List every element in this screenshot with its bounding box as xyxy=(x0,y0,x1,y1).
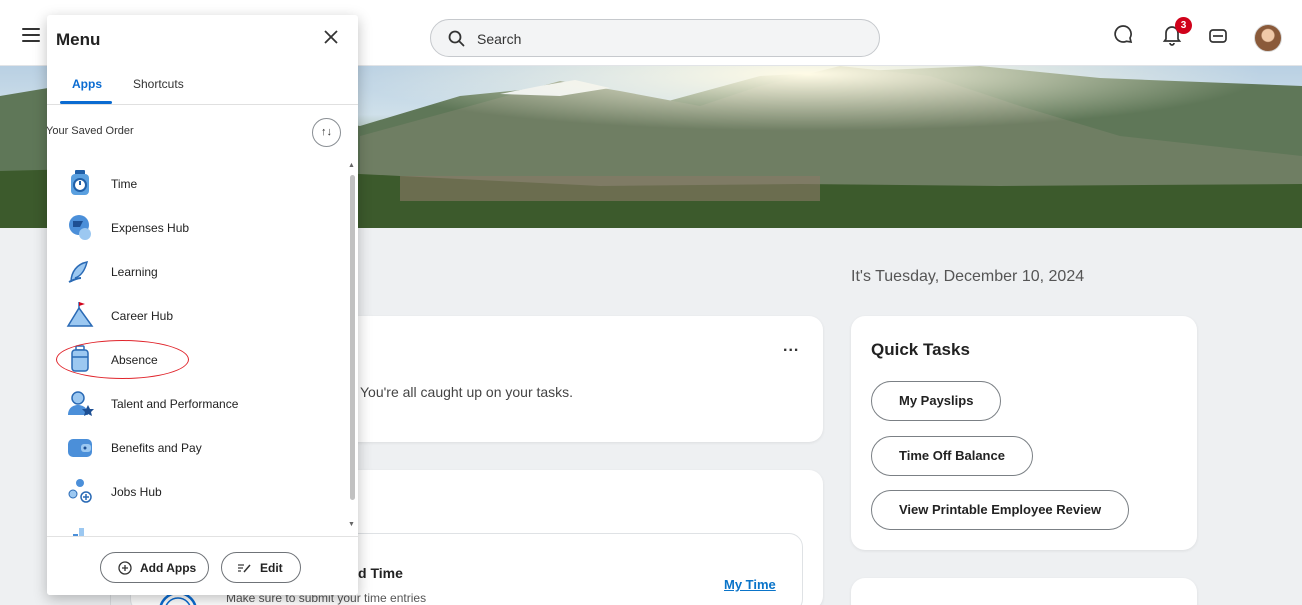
apps-menu-panel: Menu Apps Shortcuts Your Saved Order ↑↓ … xyxy=(47,15,358,595)
menu-app-label: Career Hub xyxy=(111,309,174,323)
people-plus-icon xyxy=(68,479,92,503)
menu-app-label: Jobs Hub xyxy=(111,485,162,499)
menu-app-benefits-and-pay[interactable]: Benefits and Pay xyxy=(47,426,347,470)
menu-app-expenses-hub[interactable]: Expenses Hub xyxy=(47,206,347,250)
menu-app-talent-and-performance[interactable]: Talent and Performance xyxy=(47,382,347,426)
menu-app-learning[interactable]: Learning xyxy=(47,250,347,294)
wallet-icon xyxy=(68,439,92,457)
edit-button[interactable]: Edit xyxy=(221,552,301,583)
current-date: It's Tuesday, December 10, 2024 xyxy=(851,268,1085,285)
tab-shortcuts[interactable]: Shortcuts xyxy=(133,77,184,91)
search-input[interactable]: Search xyxy=(430,19,880,57)
time-off-balance-button[interactable]: Time Off Balance xyxy=(871,436,1033,476)
menu-app-label: Expenses Hub xyxy=(111,221,190,235)
my-time-link[interactable]: My Time xyxy=(724,577,776,592)
add-apps-label: Add Apps xyxy=(140,561,197,575)
menu-app-label: Benefits and Pay xyxy=(111,441,202,455)
view-printable-employee-review-button[interactable]: View Printable Employee Review xyxy=(871,490,1130,530)
search-icon xyxy=(448,30,465,47)
saved-order-label: Your Saved Order xyxy=(47,125,134,137)
quick-tasks-title: Quick Tasks xyxy=(871,340,970,359)
scroll-up-arrow-icon[interactable]: ▲ xyxy=(348,162,355,169)
mountain-flag-icon xyxy=(66,302,94,327)
edit-pencil-icon xyxy=(238,564,251,573)
tabs-divider xyxy=(47,104,358,105)
sort-arrows-icon: ↑↓ xyxy=(321,126,332,138)
menu-app-label: Talent and Performance xyxy=(111,397,239,411)
stopwatch-icon xyxy=(71,170,89,195)
expenses-icon xyxy=(69,215,91,240)
chat-icon[interactable] xyxy=(1113,24,1133,44)
search-placeholder: Search xyxy=(477,31,522,47)
scroll-down-arrow-icon[interactable]: ▼ xyxy=(348,521,355,528)
tasks-status-message: You're all caught up on your tasks. xyxy=(360,384,574,400)
my-payslips-button[interactable]: My Payslips xyxy=(871,381,1002,421)
menu-title: Menu xyxy=(56,30,101,49)
tab-apps[interactable]: Apps xyxy=(72,77,102,91)
sort-order-button[interactable]: ↑↓ xyxy=(312,118,341,147)
edit-label: Edit xyxy=(260,561,283,575)
menu-app-label: Learning xyxy=(111,265,158,279)
add-apps-button[interactable]: Add Apps xyxy=(100,552,209,583)
add-circle-icon xyxy=(118,561,132,575)
inbox-icon[interactable] xyxy=(1209,28,1227,44)
menu-app-career-hub[interactable]: Career Hub xyxy=(47,294,347,338)
more-options-button[interactable]: ... xyxy=(783,338,799,356)
notification-count-badge: 3 xyxy=(1175,17,1192,34)
person-star-icon xyxy=(68,391,94,416)
close-icon[interactable] xyxy=(323,29,339,45)
hamburger-menu-icon[interactable] xyxy=(22,28,40,42)
learning-icon xyxy=(68,261,89,283)
user-avatar[interactable] xyxy=(1254,24,1282,52)
awaiting-tasks-card xyxy=(333,316,823,442)
menu-app-label: Time xyxy=(111,177,138,191)
time-suggestion-title: d Time xyxy=(358,565,403,581)
absence-highlight-ring xyxy=(56,340,189,379)
your-top-apps-card xyxy=(851,578,1197,605)
menu-app-jobs-hub[interactable]: Jobs Hub xyxy=(47,470,347,514)
menu-app-time[interactable]: Time xyxy=(47,162,347,206)
menu-scrollbar-thumb[interactable] xyxy=(350,175,355,500)
